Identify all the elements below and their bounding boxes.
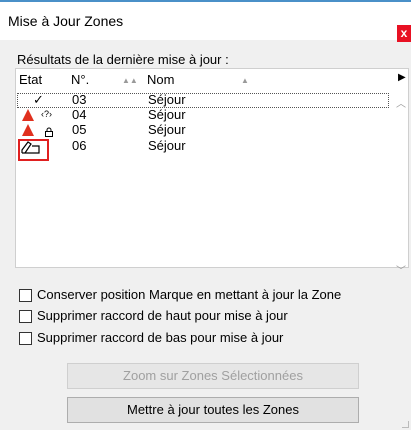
highlight-box	[18, 139, 49, 161]
update-all-zones-button[interactable]: Mettre à jour toutes les Zones	[67, 397, 359, 423]
zone-number: 04	[72, 107, 87, 122]
list-item[interactable]: ✓ 03 Séjour	[17, 92, 389, 108]
warning-icon: !	[22, 109, 36, 121]
scroll-up-icon[interactable]: ︿	[396, 95, 406, 110]
zone-number: 05	[72, 122, 87, 137]
check-icon: ✓	[33, 92, 44, 107]
column-header-nom[interactable]: Nom	[147, 72, 174, 87]
checkbox[interactable]	[19, 310, 32, 323]
results-label: Résultats de la dernière mise à jour :	[17, 52, 229, 67]
zone-name: Séjour	[148, 122, 186, 137]
column-header-etat[interactable]: Etat	[19, 72, 42, 87]
list-item[interactable]: ! 05 Séjour	[18, 122, 388, 137]
zoom-selected-zones-button[interactable]: Zoom sur Zones Sélectionnées	[67, 363, 359, 389]
close-button[interactable]: x	[397, 25, 411, 42]
zone-number: 06	[72, 138, 87, 153]
option-label: Supprimer raccord de bas pour mise à jou…	[37, 330, 284, 345]
update-zones-dialog: Mise à Jour Zones x Résultats de la dern…	[0, 0, 411, 430]
scroll-down-icon[interactable]: ﹀	[396, 262, 406, 277]
scroll-right-icon[interactable]: ▶	[398, 72, 406, 83]
option-label: Conserver position Marque en mettant à j…	[37, 287, 342, 302]
checkbox[interactable]	[19, 332, 32, 345]
unknown-icon: ‹?›	[41, 109, 52, 119]
list-item[interactable]: ! ‹?› 04 Séjour	[18, 107, 388, 122]
zone-name: Séjour	[148, 92, 186, 107]
list-item[interactable]: 06 Séjour	[18, 138, 388, 154]
resize-grip[interactable]	[402, 421, 409, 428]
column-header-number[interactable]: N°.	[71, 72, 89, 87]
option-label: Supprimer raccord de haut pour mise à jo…	[37, 308, 288, 323]
zone-number: 03	[72, 92, 87, 107]
zone-name: Séjour	[148, 138, 186, 153]
sort-arrow-icon: ▲▲	[122, 76, 138, 85]
title-bar: Mise à Jour Zones x	[0, 2, 411, 42]
warning-icon: !	[22, 124, 36, 136]
results-list[interactable]: Etat N°. ▲▲ Nom ▲ ▶ ︿ ﹀ ✓ 03 Séjour ! ‹?…	[15, 68, 409, 277]
zone-name: Séjour	[148, 107, 186, 122]
sort-arrow-icon: ▲	[241, 76, 249, 85]
dialog-title: Mise à Jour Zones	[8, 13, 124, 29]
close-icon: x	[400, 26, 408, 40]
checkbox[interactable]	[19, 289, 32, 302]
